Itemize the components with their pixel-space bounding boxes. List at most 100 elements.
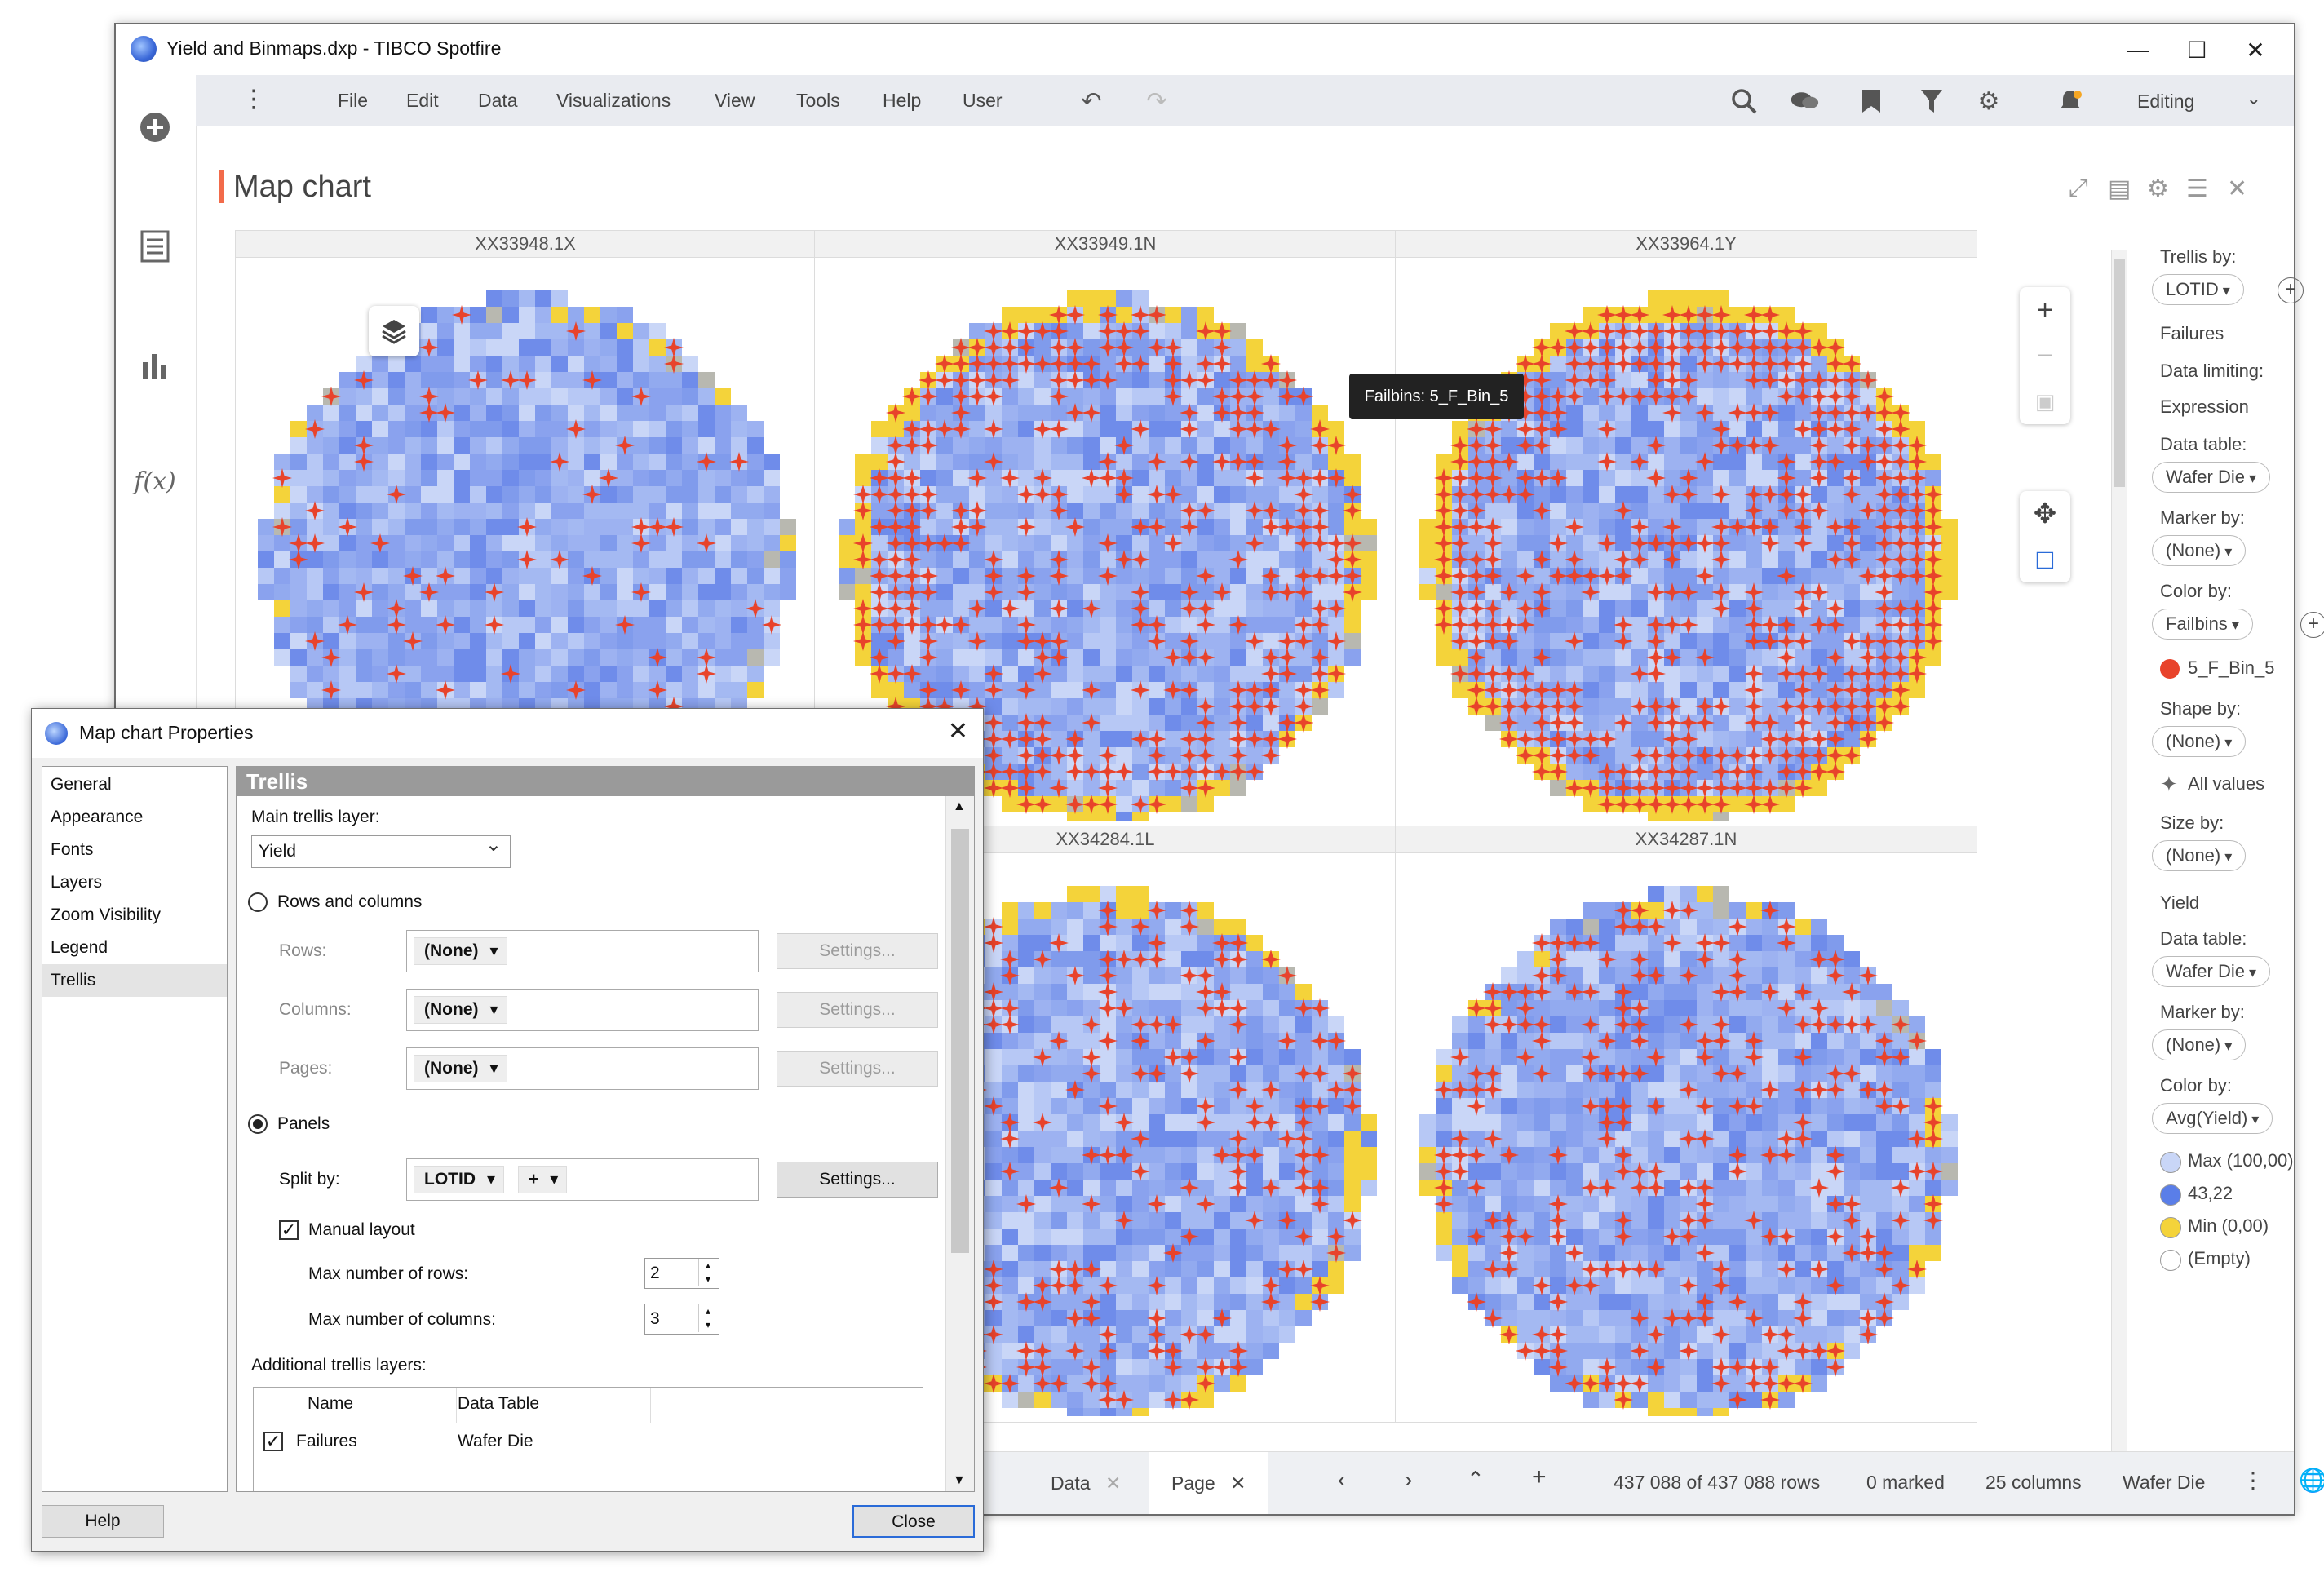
- die-cell: [1132, 1359, 1149, 1375]
- die-cell: [1746, 470, 1762, 486]
- die-cell: [617, 568, 633, 584]
- die-cell: [470, 454, 486, 470]
- die-cell: [1083, 454, 1100, 470]
- visualizations-icon[interactable]: [135, 344, 175, 383]
- die-cell: [1034, 551, 1051, 568]
- die-cell: [502, 600, 519, 617]
- minimize-icon[interactable]: —: [2109, 31, 2167, 69]
- die-cell: [290, 600, 307, 617]
- die-cell: [1116, 902, 1132, 919]
- add-icon[interactable]: [135, 108, 175, 147]
- die-cell: [1631, 1131, 1648, 1147]
- die-cell: [1746, 551, 1762, 568]
- die-cell: [470, 519, 486, 535]
- die-cell: [421, 307, 437, 323]
- die-cell: [1002, 1261, 1018, 1277]
- menu-data[interactable]: Data: [478, 90, 518, 112]
- die-cell: [1534, 633, 1550, 649]
- die-cell: [1034, 568, 1051, 584]
- die-cell: [1485, 1229, 1501, 1245]
- die-cell: [502, 405, 519, 421]
- die-cell: [1230, 535, 1246, 551]
- die-cell: [1746, 649, 1762, 666]
- die-cell: [1165, 666, 1181, 682]
- die-cell: [747, 486, 764, 503]
- die-cell: [1116, 1375, 1132, 1392]
- notifications-icon[interactable]: [2056, 86, 2085, 116]
- settings-gear-icon[interactable]: ⚙: [1974, 86, 2003, 116]
- die-cell: [715, 568, 731, 584]
- die-cell: [535, 666, 551, 682]
- die-cell: [388, 551, 405, 568]
- mode-dropdown[interactable]: Editing ⌄: [2123, 85, 2269, 117]
- die-cell: [1181, 1277, 1197, 1294]
- die-cell: [274, 649, 290, 666]
- close-visualization-icon[interactable]: ✕: [2227, 175, 2247, 203]
- more-menu-icon[interactable]: ⋮: [241, 85, 266, 113]
- die-cell: [1132, 437, 1149, 454]
- die-cell: [1811, 486, 1827, 503]
- menu-help[interactable]: Help: [883, 90, 921, 112]
- search-icon[interactable]: [1729, 86, 1759, 116]
- menu-visualizations[interactable]: Visualizations: [556, 90, 671, 112]
- menu-edit[interactable]: Edit: [406, 90, 439, 112]
- die-cell: [551, 405, 568, 421]
- die-cell: [1328, 1114, 1344, 1131]
- die-cell: [953, 470, 969, 486]
- die-cell: [1067, 1229, 1083, 1245]
- die-cell: [323, 486, 339, 503]
- die-cell: [405, 617, 421, 633]
- die-cell: [1631, 935, 1648, 951]
- die-cell: [1452, 421, 1468, 437]
- die-cell: [1246, 951, 1263, 967]
- die-cell: [1631, 470, 1648, 486]
- redo-icon[interactable]: ↷: [1142, 86, 1171, 116]
- die-cell: [1132, 1000, 1149, 1016]
- properties-gear-icon[interactable]: ⚙: [2147, 175, 2169, 203]
- die-cell: [551, 617, 568, 633]
- wafer-map[interactable]: [1419, 290, 1958, 821]
- expression-icon[interactable]: f(x): [134, 462, 175, 501]
- wafer-map[interactable]: [1419, 886, 1958, 1416]
- die-cell: [1566, 1229, 1583, 1245]
- undo-icon[interactable]: ↶: [1077, 86, 1106, 116]
- die-cell: [747, 454, 764, 470]
- die-cell: [486, 290, 502, 307]
- die-cell: [1083, 1082, 1100, 1098]
- die-cell: [1746, 454, 1762, 470]
- die-cell: [1051, 1082, 1067, 1098]
- die-cell: [1419, 584, 1436, 600]
- die-cell: [985, 470, 1002, 486]
- die-cell: [1263, 1343, 1279, 1359]
- die-cell: [1034, 1147, 1051, 1163]
- die-cell: [1615, 454, 1631, 470]
- die-cell: [1165, 323, 1181, 339]
- die-cell: [666, 470, 682, 486]
- die-cell: [470, 486, 486, 503]
- details-icon[interactable]: ▤: [2108, 175, 2131, 203]
- menu-user[interactable]: User: [963, 90, 1003, 112]
- die-cell: [1083, 1180, 1100, 1196]
- menu-file[interactable]: File: [338, 90, 368, 112]
- data-icon[interactable]: [135, 227, 175, 266]
- bookmark-icon[interactable]: [1857, 86, 1886, 116]
- collaboration-icon[interactable]: [1790, 86, 1819, 116]
- menu-view[interactable]: View: [715, 90, 755, 112]
- expand-icon[interactable]: ⤢: [2069, 175, 2088, 202]
- die-cell: [617, 356, 633, 372]
- die-cell: [600, 486, 617, 503]
- die-cell: [1181, 1098, 1197, 1114]
- maximize-icon[interactable]: ☐: [2168, 31, 2225, 69]
- filter-icon[interactable]: [1917, 86, 1946, 116]
- die-cell: [1149, 437, 1165, 454]
- die-cell: [1246, 1082, 1263, 1098]
- die-cell: [1149, 1000, 1165, 1016]
- panel-title: XX34287.1N: [1396, 826, 1977, 853]
- die-cell: [1566, 666, 1583, 682]
- die-cell: [1067, 617, 1083, 633]
- menu-tools[interactable]: Tools: [796, 90, 840, 112]
- close-icon[interactable]: ✕: [2227, 31, 2284, 69]
- die-cell: [1534, 951, 1550, 967]
- die-cell: [969, 584, 985, 600]
- legend-list-icon[interactable]: ☰: [2186, 175, 2208, 203]
